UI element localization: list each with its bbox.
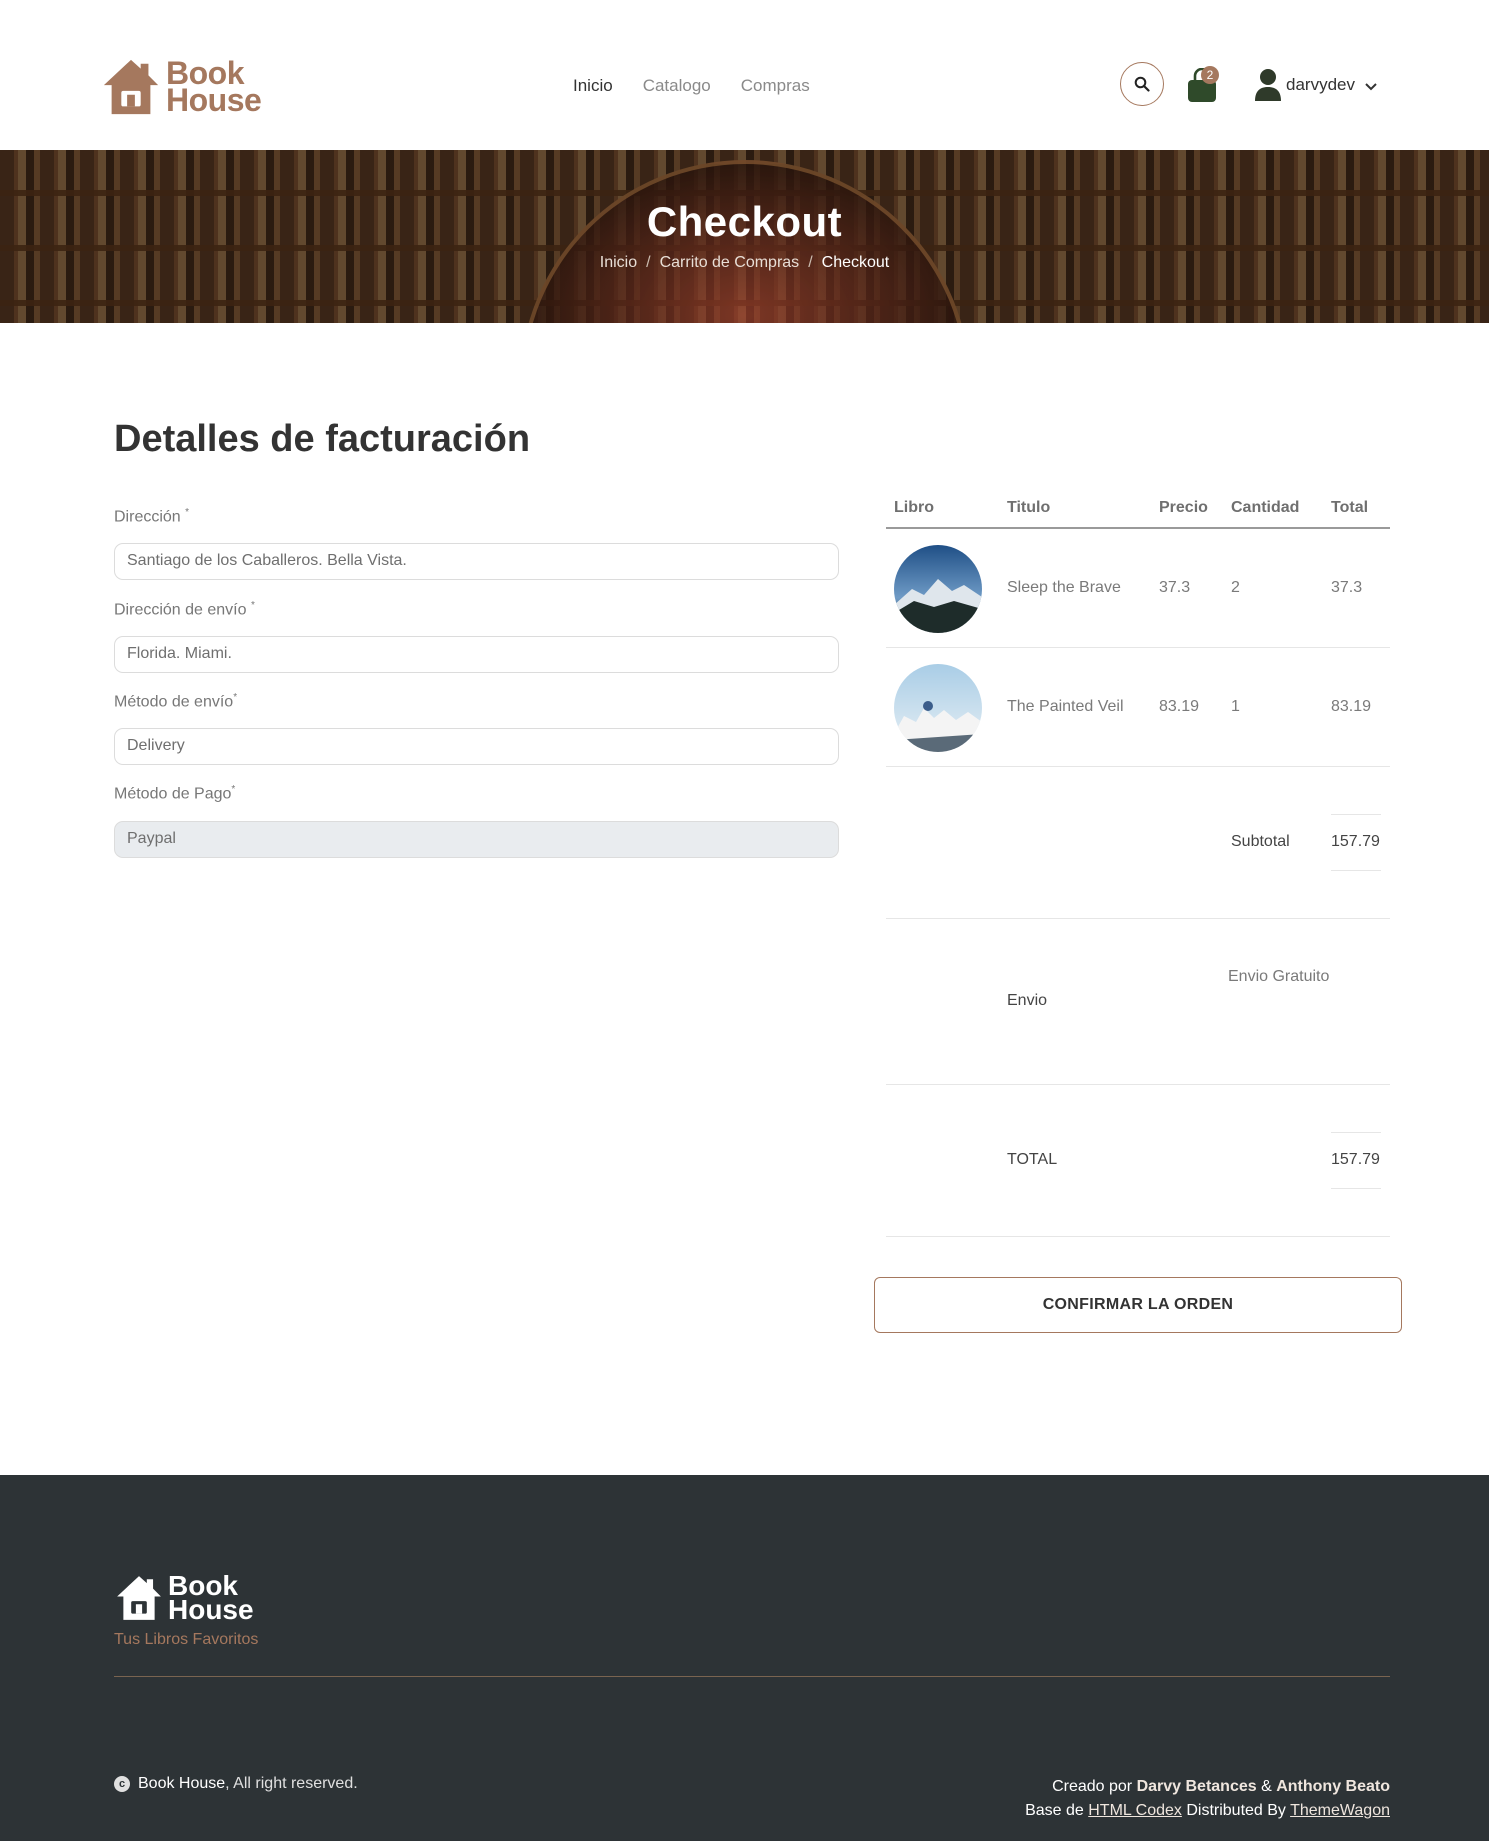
billing-title: Detalles de facturación [114, 418, 531, 460]
address-label: Dirección * [114, 507, 190, 526]
subtotal-value: 157.79 [1331, 833, 1380, 850]
row-divider [886, 766, 1390, 767]
shipping-method-field[interactable]: Delivery [114, 728, 839, 765]
copyright-icon: c [114, 1776, 130, 1792]
site-header: Book House Inicio Catalogo Compras 2 dar… [0, 0, 1489, 150]
footer-brand-name: Book House [168, 1572, 254, 1625]
total-value: 157.79 [1331, 1151, 1380, 1168]
address-field[interactable]: Santiago de los Caballeros. Bella Vista. [114, 543, 839, 580]
col-precio: Precio [1159, 499, 1208, 516]
author2: Anthony Beato [1276, 1778, 1390, 1795]
house-icon [117, 1576, 161, 1620]
search-button[interactable] [1120, 62, 1164, 106]
subtotal-top-line [1331, 814, 1381, 815]
base-prefix: Base de [1025, 1802, 1089, 1819]
brand-line2: House [166, 82, 262, 118]
chevron-down-icon [1365, 83, 1377, 91]
subtotal-bottom-line [1331, 870, 1381, 871]
page-title: Checkout [646, 198, 843, 245]
nav-item-inicio[interactable]: Inicio [573, 76, 613, 96]
total-top-line [1331, 1132, 1381, 1133]
footer-tagline: Tus Libros Favoritos [114, 1631, 259, 1648]
subtotal-label: Subtotal [1231, 833, 1290, 850]
nav-item-catalogo[interactable]: Catalogo [643, 76, 711, 96]
search-icon [1134, 76, 1150, 92]
brand-logo[interactable]: Book House [100, 56, 262, 118]
shipping-value: Envio Gratuito [1228, 968, 1330, 985]
book-cover-image [894, 545, 982, 633]
row1-total: 37.3 [1331, 579, 1363, 596]
copyright-brand-link[interactable]: Book House [138, 1775, 225, 1793]
site-footer: Book House Tus Libros Favoritos c Book H… [0, 1475, 1489, 1841]
payment-method-label: Método de Pago* [114, 784, 236, 803]
book-cover-image [894, 664, 982, 752]
row2-title: The Painted Veil [1007, 698, 1124, 715]
themewagon-link[interactable]: ThemeWagon [1290, 1802, 1390, 1819]
main-nav: Inicio Catalogo Compras [573, 76, 810, 96]
total-bottom-line [1331, 1188, 1381, 1189]
shipping-address-field[interactable]: Florida. Miami. [114, 636, 839, 673]
user-icon [1255, 69, 1281, 101]
footer-credits: Creado por Darvy Betances & Anthony Beat… [1025, 1775, 1390, 1823]
author1: Darvy Betances [1136, 1778, 1257, 1795]
brand-name: Book House [166, 57, 262, 118]
shipping-method-label: Método de envío* [114, 692, 238, 711]
shipping-label: Envio [1007, 992, 1048, 1009]
table-header-divider [886, 527, 1390, 529]
breadcrumb: Inicio / Carrito de Compras / Checkout [599, 254, 890, 271]
row1-title: Sleep the Brave [1007, 579, 1121, 596]
row-divider [886, 1236, 1390, 1237]
breadcrumb-current: Checkout [821, 254, 890, 271]
copyright-text: , All right reserved. [225, 1775, 358, 1792]
payment-method-field: Paypal [114, 821, 839, 858]
row1-qty: 2 [1231, 579, 1240, 596]
row2-total: 83.19 [1331, 698, 1372, 715]
breadcrumb-inicio[interactable]: Inicio [600, 254, 637, 271]
col-total: Total [1331, 499, 1369, 516]
shipping-address-label: Dirección de envío * [114, 600, 255, 619]
col-libro: Libro [894, 499, 934, 516]
total-label: TOTAL [1007, 1151, 1058, 1168]
user-menu[interactable]: darvydev [1254, 68, 1377, 102]
house-icon [103, 59, 159, 115]
copyright: c Book House, All right reserved. [114, 1775, 358, 1793]
row-divider [886, 647, 1390, 648]
breadcrumb-carrito[interactable]: Carrito de Compras [660, 254, 800, 271]
cart-count-badge: 2 [1201, 66, 1219, 84]
col-cantidad: Cantidad [1231, 499, 1300, 516]
row-divider [886, 1084, 1390, 1085]
confirm-order-button[interactable]: CONFIRMAR LA ORDEN [874, 1277, 1402, 1333]
username: darvydev [1286, 75, 1355, 94]
distributed-text: Distributed By [1181, 1802, 1291, 1819]
nav-item-compras[interactable]: Compras [741, 76, 810, 96]
row2-price: 83.19 [1159, 698, 1200, 715]
credit-amp: & [1256, 1778, 1277, 1795]
row-divider [886, 918, 1390, 919]
credit-prefix: Creado por [1052, 1778, 1137, 1795]
row1-price: 37.3 [1159, 579, 1191, 596]
row2-qty: 1 [1231, 698, 1240, 715]
footer-divider [114, 1676, 1390, 1677]
footer-brand-line2: House [168, 1594, 254, 1625]
footer-brand-logo[interactable]: Book House [114, 1572, 254, 1625]
page-hero-banner: Checkout Inicio / Carrito de Compras / Check… [0, 150, 1489, 323]
col-titulo: Titulo [1007, 499, 1051, 516]
html-codex-link[interactable]: HTML Codex [1088, 1802, 1182, 1819]
